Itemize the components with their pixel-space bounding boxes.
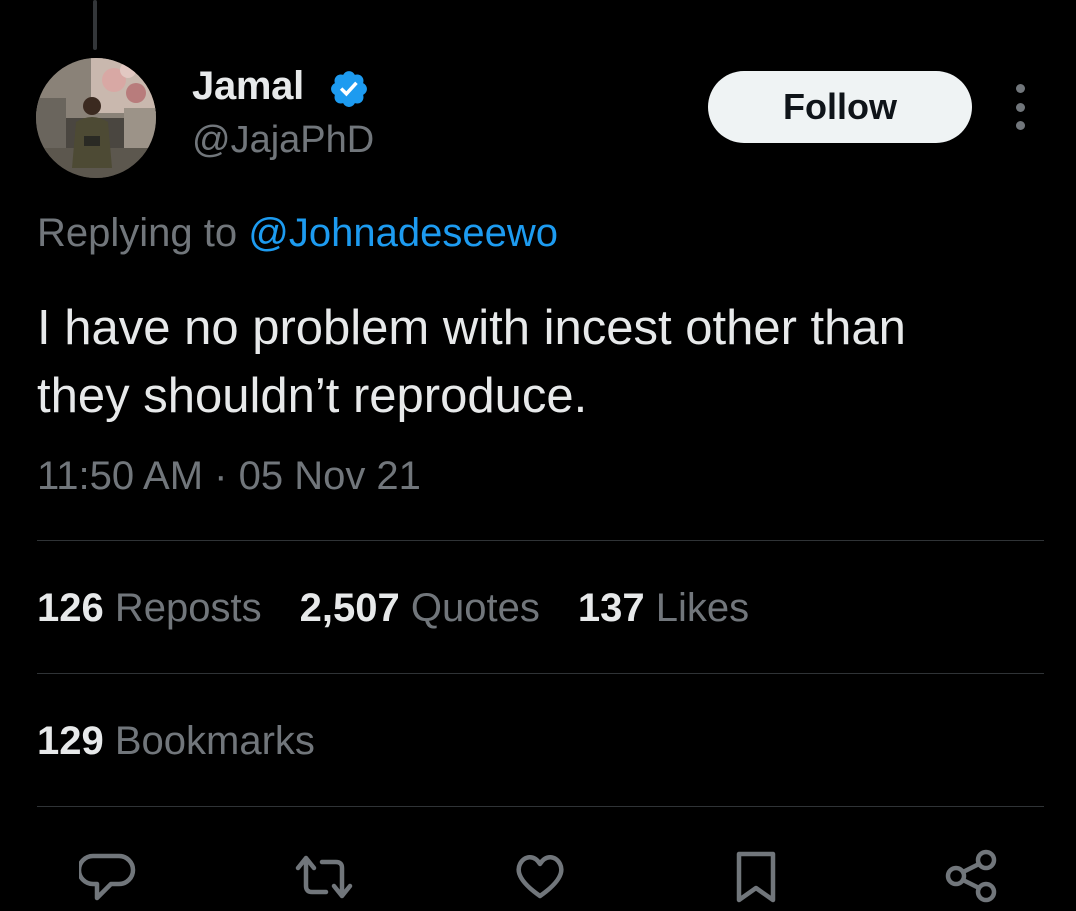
reposts-count: 126 <box>37 586 104 630</box>
likes-count: 137 <box>577 586 645 630</box>
bookmarks-count: 129 <box>37 719 104 763</box>
bookmark-button[interactable] <box>727 846 787 906</box>
bookmarks-label: Bookmarks <box>114 719 315 763</box>
more-vertical-icon[interactable] <box>1002 84 1038 130</box>
divider <box>37 540 1044 541</box>
quotes-label: Quotes <box>410 586 540 630</box>
share-icon <box>945 849 997 903</box>
reposts-label: Reposts <box>114 586 262 630</box>
divider <box>37 806 1044 807</box>
author-avatar[interactable] <box>36 58 156 178</box>
replying-to-line: Replying to @Johnadeseewo <box>37 211 558 256</box>
author-name[interactable]: Jamal <box>192 64 304 109</box>
divider <box>37 673 1044 674</box>
likes-stat[interactable]: 137 Likes <box>578 586 749 631</box>
replying-to-label: Replying to <box>37 211 238 255</box>
repost-icon <box>295 855 353 899</box>
reply-icon <box>76 853 136 901</box>
verified-badge-icon <box>331 71 367 107</box>
thread-connector-line <box>93 0 97 50</box>
reply-mention-link[interactable]: @Johnadeseewo <box>248 211 558 255</box>
share-button[interactable] <box>942 846 1002 906</box>
more-dot <box>1015 121 1025 130</box>
tweet-timestamp[interactable]: 11:50 AM · 05 Nov 21 <box>37 454 421 499</box>
avatar-photo <box>36 58 156 178</box>
quotes-count: 2,507 <box>299 586 400 630</box>
likes-label: Likes <box>655 586 750 630</box>
like-button[interactable] <box>510 846 570 906</box>
engagement-stats: 126 Reposts 2,507 Quotes 137 Likes <box>37 586 749 631</box>
more-dot <box>1015 84 1025 93</box>
follow-button[interactable]: Follow <box>708 71 972 143</box>
reply-button[interactable] <box>76 846 139 906</box>
reposts-stat[interactable]: 126 Reposts <box>37 586 262 631</box>
repost-button[interactable] <box>294 846 354 906</box>
heart-icon <box>516 855 564 899</box>
bookmark-icon <box>736 851 776 903</box>
bookmarks-stat[interactable]: 129 Bookmarks <box>37 719 315 764</box>
tweet-text: I have no problem with incest other than… <box>37 301 906 423</box>
quotes-stat[interactable]: 2,507 Quotes <box>300 586 540 631</box>
more-dot <box>1015 102 1025 112</box>
author-handle[interactable]: @JajaPhD <box>192 119 374 162</box>
